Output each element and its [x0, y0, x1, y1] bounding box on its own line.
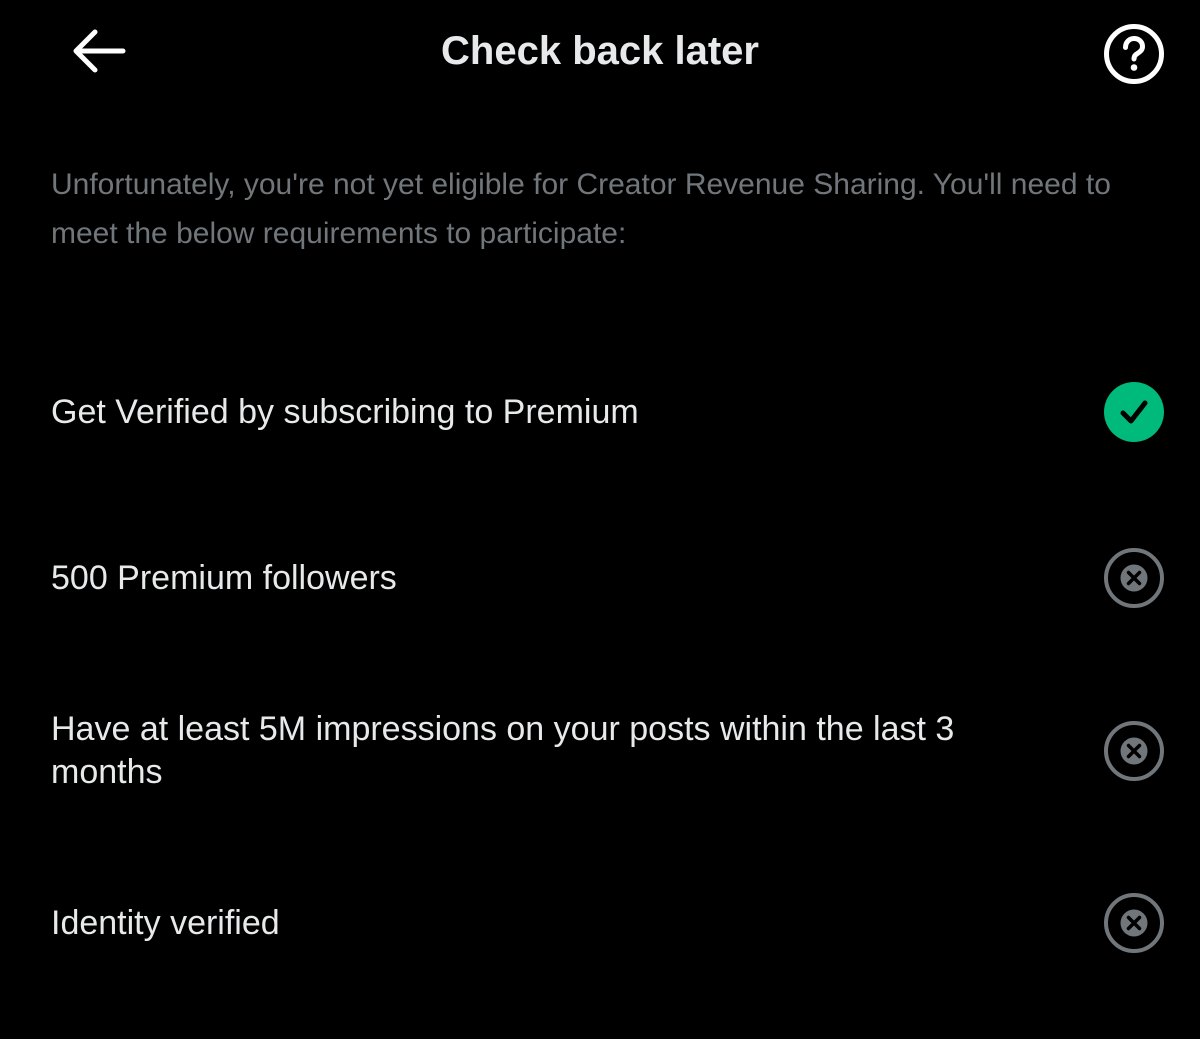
eligibility-intro-text: Unfortunately, you're not yet eligible f…: [51, 168, 1111, 250]
page-title: Check back later: [441, 29, 759, 73]
requirement-label: Identity verified: [51, 903, 280, 942]
x-circle-icon: [1104, 893, 1164, 953]
x-circle-icon: [1104, 721, 1164, 781]
requirement-item-premium-followers: 500 Premium followers: [0, 547, 1200, 609]
requirement-label: 500 Premium followers: [51, 558, 397, 597]
x-circle-icon: [1104, 548, 1164, 608]
requirement-item-verified: Get Verified by subscribing to Premium: [0, 381, 1200, 443]
requirement-label: Have at least 5M impressions on your pos…: [51, 710, 955, 791]
help-button[interactable]: [1100, 20, 1168, 88]
requirement-status: [1103, 892, 1165, 954]
top-app-bar: Check back later: [0, 0, 1200, 104]
arrow-left-icon: [73, 29, 126, 73]
requirement-status: [1103, 547, 1165, 609]
question-circle-icon: [1104, 24, 1164, 84]
check-circle-icon: [1104, 382, 1164, 442]
requirement-status: [1103, 381, 1165, 443]
requirement-status: [1103, 720, 1165, 782]
requirement-label: Get Verified by subscribing to Premium: [51, 392, 639, 431]
requirement-item-identity: Identity verified: [0, 892, 1200, 954]
requirement-item-impressions: Have at least 5M impressions on your pos…: [0, 708, 1200, 794]
back-button[interactable]: [62, 18, 134, 84]
